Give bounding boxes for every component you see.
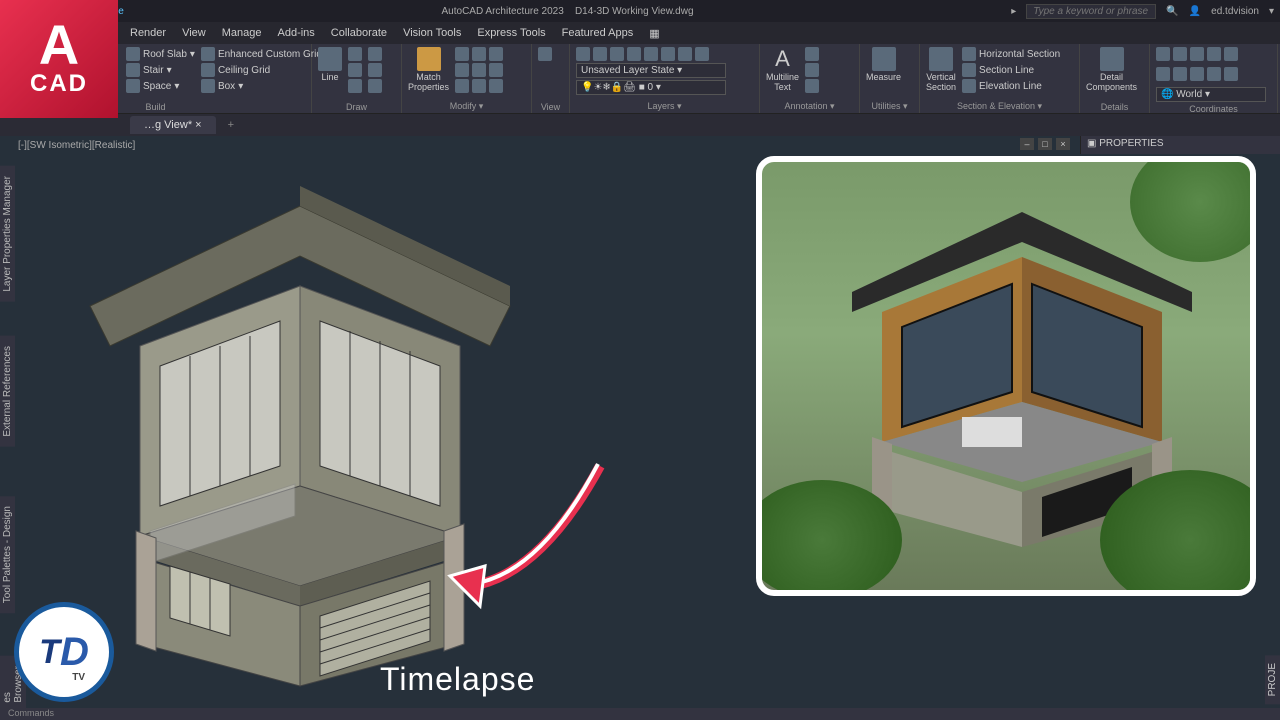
layer-current-dropdown[interactable]: 💡☀❄🔒🖨 ■ 0 ▾ <box>576 80 726 95</box>
panel-draw-title: Draw <box>318 100 395 112</box>
reference-photo <box>756 156 1256 596</box>
ribbon-customgrid[interactable]: Enhanced Custom Grid ▾ <box>201 47 330 61</box>
draw-tool-3[interactable] <box>348 79 362 93</box>
panel-section-title: Section & Elevation ▾ <box>926 99 1073 112</box>
draw-tool-5[interactable] <box>368 63 382 77</box>
signin-icon[interactable]: 👤 <box>1189 6 1201 17</box>
ribbon-roofslab[interactable]: Roof Slab ▾ <box>126 47 195 61</box>
anno-tool-2[interactable] <box>805 63 819 77</box>
channel-logo: TD TV <box>14 602 114 702</box>
space-icon <box>126 79 140 93</box>
document-tab[interactable]: …g View* × <box>130 116 216 134</box>
draw-tool-1[interactable] <box>348 47 362 61</box>
panel-view-title: View <box>538 100 563 112</box>
roofslab-icon <box>126 47 140 61</box>
panel-coords-title: Coordinates <box>1156 102 1271 114</box>
ribbon-hsection[interactable]: Horizontal Section <box>962 47 1060 61</box>
command-line[interactable]: Commands <box>0 708 1280 720</box>
side-toolpalettes[interactable]: Tool Palettes - Design <box>0 496 15 613</box>
detail-icon <box>1100 47 1124 71</box>
ribbon-vsection[interactable]: Vertical Section <box>926 47 956 93</box>
ribbon-stair[interactable]: Stair ▾ <box>126 63 195 77</box>
measure-icon <box>872 47 896 71</box>
panel-modify-title: Modify ▾ <box>408 99 525 112</box>
ceilinggrid-icon <box>201 63 215 77</box>
layer-state-dropdown[interactable]: Unsaved Layer State ▾ <box>576 63 726 78</box>
menu-manage[interactable]: Manage <box>222 27 262 39</box>
menu-collaborate[interactable]: Collaborate <box>331 27 387 39</box>
coords-world-dropdown[interactable]: 🌐 World ▾ <box>1156 87 1266 102</box>
text-icon: A <box>771 47 795 71</box>
layer-tool-icon[interactable] <box>576 47 590 61</box>
line-icon <box>318 47 342 71</box>
autocad-logo: A CAD <box>0 0 118 118</box>
titlebar-caret-icon[interactable]: ▾ <box>1269 6 1274 17</box>
box-icon <box>201 79 215 93</box>
model-3d-house <box>60 166 540 696</box>
modify-tool-1[interactable] <box>455 47 503 61</box>
panel-annotation-title: Annotation ▾ <box>766 99 853 112</box>
document-title: D14-3D Working View.dwg <box>575 6 694 17</box>
grid-icon <box>201 47 215 61</box>
viewport-restore-icon[interactable]: □ <box>1038 138 1052 150</box>
menu-render[interactable]: Render <box>130 27 166 39</box>
overlay-timelapse-text: Timelapse <box>380 661 535 698</box>
menu-expresstools[interactable]: Express Tools <box>477 27 545 39</box>
search-placeholder-text: ▸ <box>1011 6 1016 17</box>
user-label[interactable]: ed.tdvision <box>1211 6 1259 17</box>
viewport-label[interactable]: [-][SW Isometric][Realistic] <box>18 140 135 151</box>
menu-visiontools[interactable]: Vision Tools <box>403 27 461 39</box>
viewport-close-icon[interactable]: × <box>1056 138 1070 150</box>
search-icon[interactable]: 🔍 <box>1166 6 1178 17</box>
ribbon-measure[interactable]: Measure <box>866 47 901 83</box>
draw-tool-6[interactable] <box>368 79 382 93</box>
ribbon-matchprops[interactable]: Match Properties <box>408 47 449 93</box>
view-tool[interactable] <box>538 47 552 61</box>
menu-extra-icon[interactable]: ▦ <box>649 27 659 40</box>
stair-icon <box>126 63 140 77</box>
ribbon-multilinetext[interactable]: AMultiline Text <box>766 47 799 93</box>
ribbon-elevationline[interactable]: Elevation Line <box>962 79 1060 93</box>
menu-featuredapps[interactable]: Featured Apps <box>562 27 634 39</box>
properties-panel-header[interactable]: ▣ PROPERTIES <box>1080 136 1280 154</box>
menu-addins[interactable]: Add-ins <box>278 27 315 39</box>
help-search-input[interactable] <box>1026 4 1156 19</box>
modify-tool-2[interactable] <box>455 63 503 77</box>
ribbon-ceilinggrid[interactable]: Ceiling Grid <box>201 63 330 77</box>
add-tab-button[interactable]: + <box>220 119 242 131</box>
side-layerprops[interactable]: Layer Properties Manager <box>0 166 15 302</box>
ribbon-sectionline[interactable]: Section Line <box>962 63 1060 77</box>
draw-tool-2[interactable] <box>348 63 362 77</box>
anno-tool-1[interactable] <box>805 47 819 61</box>
ribbon-detailcomp[interactable]: Detail Components <box>1086 47 1137 93</box>
panel-utilities-title: Utilities ▾ <box>866 99 913 112</box>
panel-details-title: Details <box>1086 100 1143 112</box>
side-project[interactable]: PROJE <box>1265 655 1280 704</box>
app-title: AutoCAD Architecture 2023 <box>442 6 564 17</box>
ribbon-space[interactable]: Space ▾ <box>126 79 195 93</box>
side-xrefs[interactable]: External References <box>0 336 15 447</box>
panel-layers-title: Layers ▾ <box>576 99 753 112</box>
viewport-min-icon[interactable]: – <box>1020 138 1034 150</box>
anno-tool-3[interactable] <box>805 79 819 93</box>
ribbon-box[interactable]: Box ▾ <box>201 79 330 93</box>
menu-view[interactable]: View <box>182 27 206 39</box>
vsection-icon <box>929 47 953 71</box>
draw-tool-4[interactable] <box>368 47 382 61</box>
matchprops-icon <box>417 47 441 71</box>
viewport[interactable]: [-][SW Isometric][Realistic] Layer Prope… <box>0 136 1280 708</box>
ribbon-line[interactable]: Line <box>318 47 342 83</box>
modify-tool-3[interactable] <box>455 79 503 93</box>
